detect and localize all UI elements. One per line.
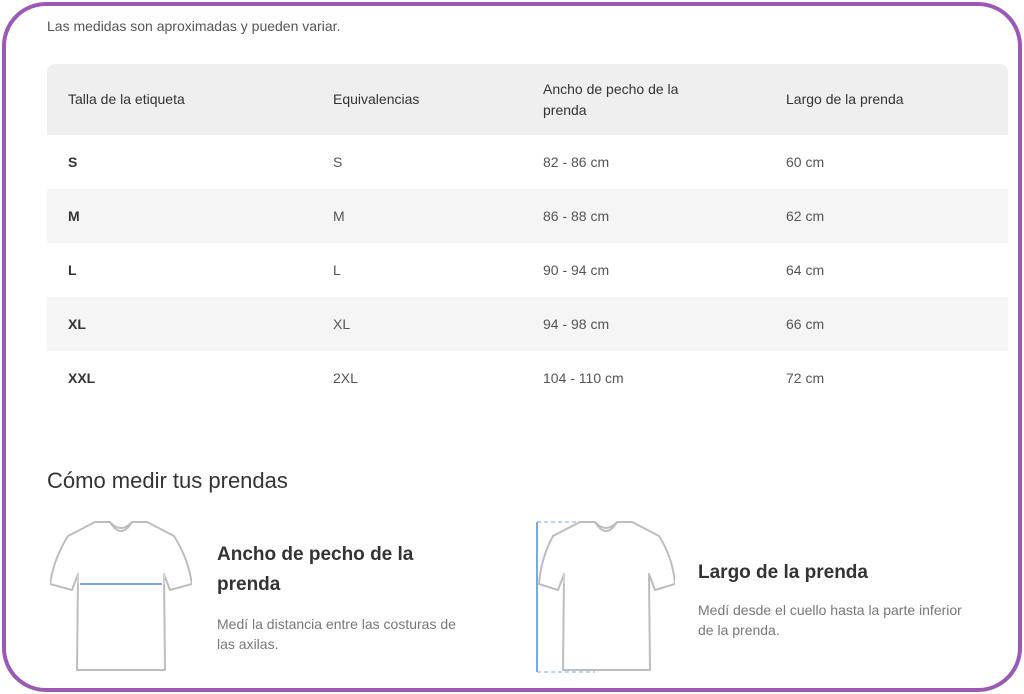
- row-length: 64 cm: [786, 262, 825, 278]
- row-chest: 104 - 110 cm: [543, 370, 624, 386]
- row-size: XXL: [68, 370, 96, 386]
- row-size: XL: [68, 316, 86, 332]
- header-equivalences: Equivalencias: [333, 91, 420, 107]
- disclaimer-note: Las medidas son aproximadas y pueden var…: [47, 18, 341, 34]
- tshirt-length-icon: [536, 521, 675, 673]
- table-header-row: Talla de la etiqueta Equivalencias Ancho…: [47, 64, 1008, 135]
- header-label-size: Talla de la etiqueta: [68, 91, 185, 107]
- table-row: XXL 2XL 104 - 110 cm 72 cm: [47, 351, 1008, 405]
- row-size: M: [68, 208, 80, 224]
- row-length: 66 cm: [786, 316, 825, 332]
- row-equivalence: 2XL: [333, 370, 358, 386]
- row-length: 60 cm: [786, 154, 825, 170]
- table-row: XL XL 94 - 98 cm 66 cm: [47, 297, 1008, 351]
- howto-section-title: Cómo medir tus prendas: [47, 468, 288, 493]
- measure-card-length: Largo de la prenda Medí desde el cuello …: [698, 558, 998, 640]
- table-row: L L 90 - 94 cm 64 cm: [47, 243, 1008, 297]
- row-chest: 94 - 98 cm: [543, 316, 610, 332]
- row-length: 72 cm: [786, 370, 825, 386]
- row-equivalence: M: [333, 208, 345, 224]
- header-chest-width: Ancho de pecho de la prenda: [543, 80, 679, 118]
- size-chart-table: Talla de la etiqueta Equivalencias Ancho…: [47, 64, 1008, 405]
- row-chest: 90 - 94 cm: [543, 262, 610, 278]
- measure-card-chest: Ancho de pecho de la prenda Medí la dist…: [217, 540, 517, 654]
- header-garment-length: Largo de la prenda: [786, 91, 904, 107]
- measure-title-chest: Ancho de pecho de la prenda: [217, 544, 414, 595]
- row-size: S: [68, 154, 78, 170]
- row-equivalence: XL: [333, 316, 351, 332]
- row-equivalence: S: [333, 154, 343, 170]
- row-size: L: [68, 262, 77, 278]
- row-chest: 86 - 88 cm: [543, 208, 610, 224]
- measure-desc-length: Medí desde el cuello hasta la parte infe…: [698, 602, 962, 638]
- measure-desc-chest: Medí la distancia entre las costuras de …: [217, 616, 456, 652]
- tshirt-chest-icon: [50, 521, 192, 671]
- row-equivalence: L: [333, 262, 341, 278]
- measure-title-length: Largo de la prenda: [698, 562, 868, 583]
- row-length: 62 cm: [786, 208, 825, 224]
- content-frame: Las medidas son aproximadas y pueden var…: [2, 2, 1022, 692]
- row-chest: 82 - 86 cm: [543, 154, 610, 170]
- table-row: M M 86 - 88 cm 62 cm: [47, 189, 1008, 243]
- table-row: S S 82 - 86 cm 60 cm: [47, 135, 1008, 189]
